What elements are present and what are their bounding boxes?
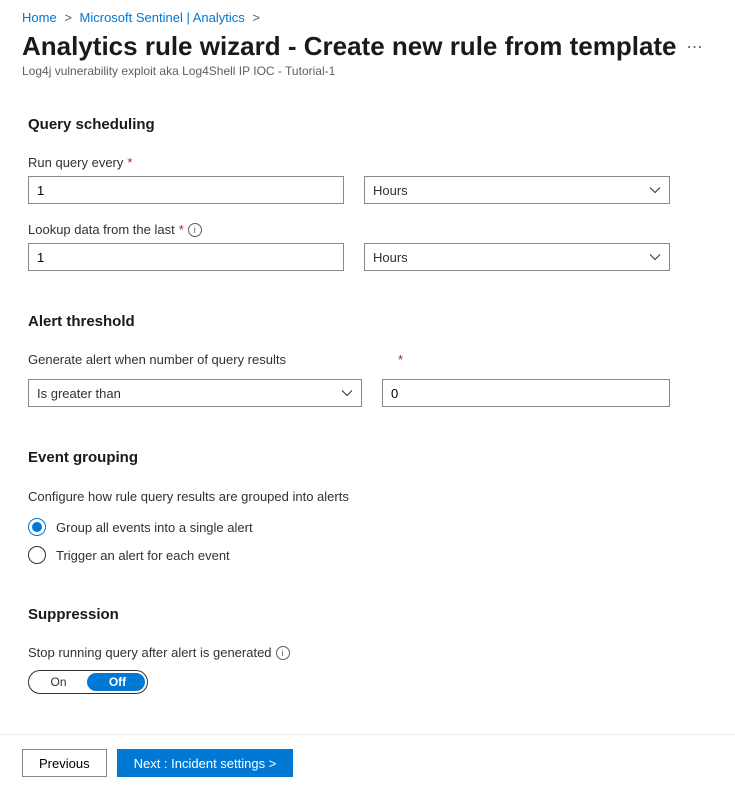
radio-label: Group all events into a single alert: [56, 520, 253, 535]
page-header: Analytics rule wizard - Create new rule …: [0, 31, 735, 86]
info-icon[interactable]: i: [276, 646, 290, 660]
breadcrumb: Home > Microsoft Sentinel | Analytics >: [0, 0, 735, 31]
run-query-unit-select[interactable]: Hours: [364, 176, 670, 204]
required-indicator: *: [179, 222, 184, 237]
section-heading: Event grouping: [28, 449, 707, 466]
previous-button[interactable]: Previous: [22, 749, 107, 777]
radio-label: Trigger an alert for each event: [56, 548, 230, 563]
section-heading: Suppression: [28, 606, 707, 623]
lookup-data-label: Lookup data from the last* i: [28, 222, 707, 237]
more-icon[interactable]: ⋯: [687, 37, 704, 57]
info-icon[interactable]: i: [188, 223, 202, 237]
breadcrumb-sentinel[interactable]: Microsoft Sentinel | Analytics: [80, 10, 245, 25]
chevron-right-icon: >: [64, 10, 72, 25]
chevron-down-icon: [649, 184, 661, 196]
chevron-right-icon: >: [252, 10, 260, 25]
grouping-description: Configure how rule query results are gro…: [28, 488, 358, 506]
toggle-on-label: On: [29, 671, 88, 693]
lookup-value-input[interactable]: [28, 243, 344, 271]
event-grouping-section: Event grouping Configure how rule query …: [28, 449, 707, 564]
suppression-label: Stop running query after alert is genera…: [28, 645, 707, 660]
section-heading: Query scheduling: [28, 116, 707, 133]
select-value: Hours: [373, 250, 408, 265]
suppression-toggle[interactable]: On Off: [28, 670, 148, 694]
chevron-down-icon: [649, 251, 661, 263]
chevron-down-icon: [341, 387, 353, 399]
threshold-operator-select[interactable]: Is greater than: [28, 379, 362, 407]
select-value: Is greater than: [37, 386, 121, 401]
radio-trigger-each-event[interactable]: Trigger an alert for each event: [28, 546, 707, 564]
suppression-section: Suppression Stop running query after ale…: [28, 606, 707, 694]
threshold-value-input[interactable]: [382, 379, 670, 407]
radio-group-all-events[interactable]: Group all events into a single alert: [28, 518, 707, 536]
next-button[interactable]: Next : Incident settings >: [117, 749, 294, 777]
required-indicator: *: [127, 155, 132, 170]
breadcrumb-home[interactable]: Home: [22, 10, 57, 25]
threshold-label: Generate alert when number of query resu…: [28, 352, 378, 367]
alert-threshold-section: Alert threshold Generate alert when numb…: [28, 313, 707, 407]
page-title: Analytics rule wizard - Create new rule …: [22, 31, 677, 62]
section-heading: Alert threshold: [28, 313, 707, 330]
run-query-label: Run query every*: [28, 155, 707, 170]
select-value: Hours: [373, 183, 408, 198]
radio-icon: [28, 518, 46, 536]
page-subtitle: Log4j vulnerability exploit aka Log4Shel…: [22, 64, 713, 78]
run-query-value-input[interactable]: [28, 176, 344, 204]
toggle-off-label: Off: [88, 671, 147, 693]
lookup-unit-select[interactable]: Hours: [364, 243, 670, 271]
required-indicator: *: [398, 352, 403, 367]
footer-actions: Previous Next : Incident settings >: [0, 734, 735, 791]
radio-icon: [28, 546, 46, 564]
query-scheduling-section: Query scheduling Run query every* Hours …: [28, 116, 707, 271]
